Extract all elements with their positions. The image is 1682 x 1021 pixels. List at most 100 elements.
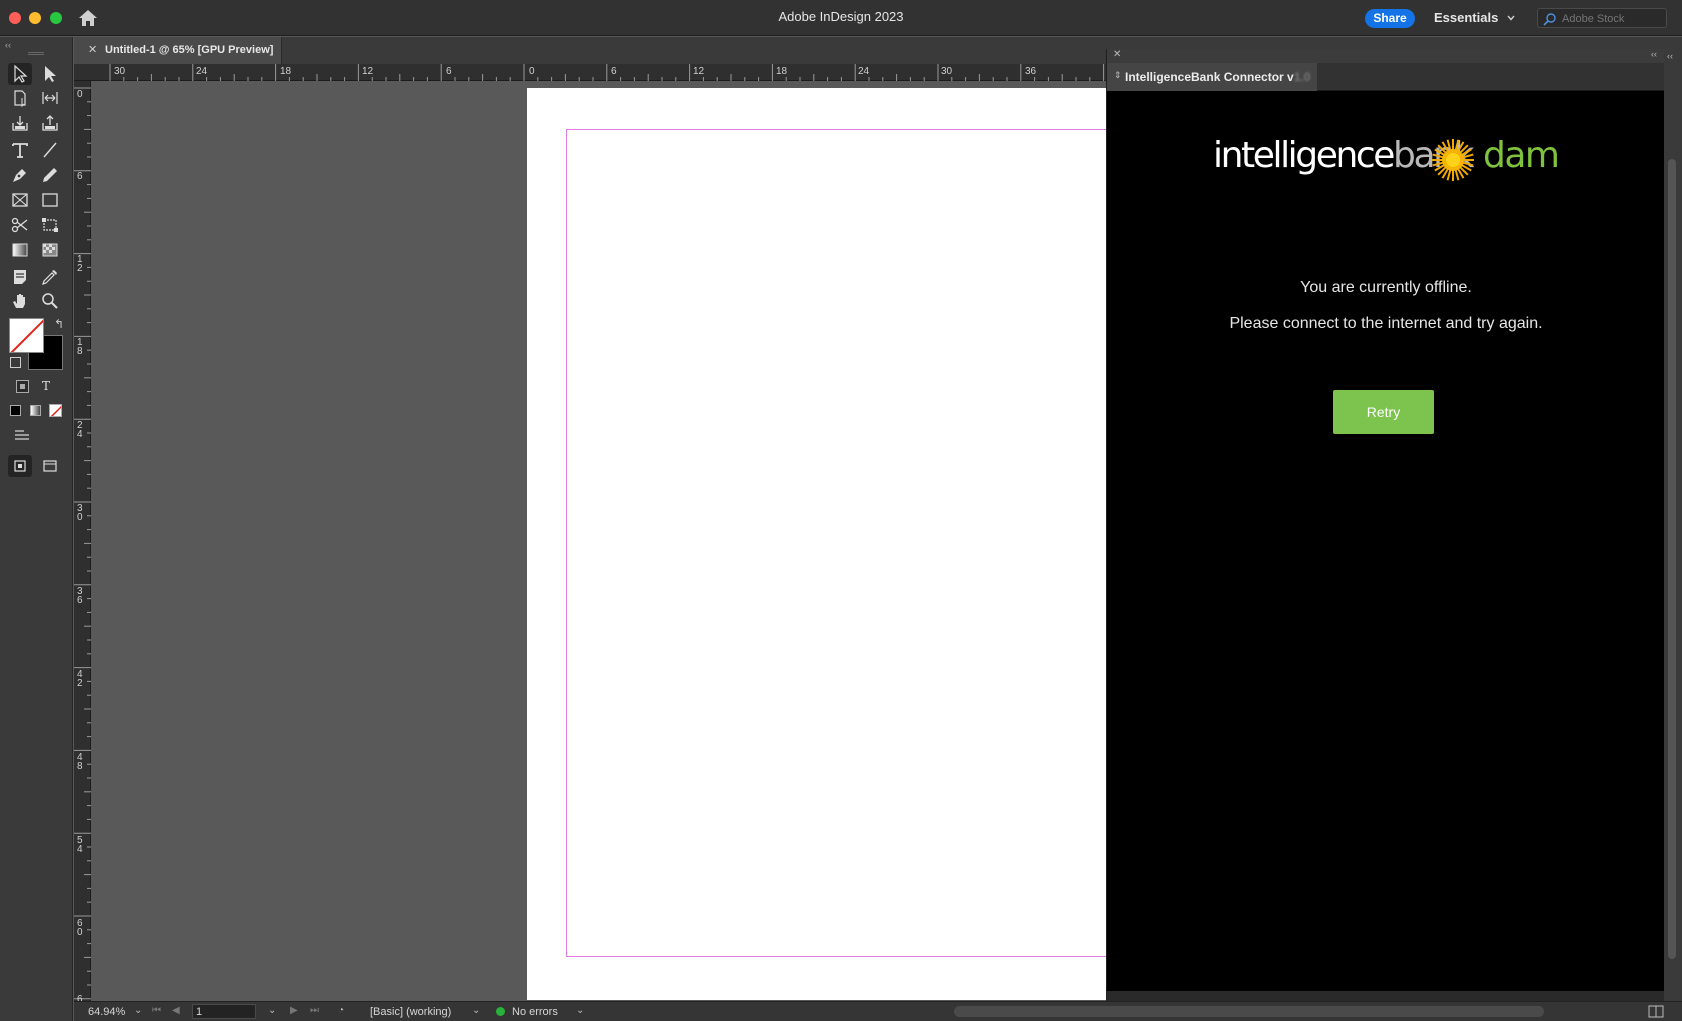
content-placer-icon[interactable] — [38, 112, 62, 134]
share-button[interactable]: Share — [1365, 9, 1415, 28]
edit-toolbar-icon[interactable] — [14, 429, 30, 441]
intelligencebank-panel: ✕ ‹‹ ⇕ IntelligenceBank Connector v1.0 i… — [1106, 49, 1665, 1001]
previous-page-button[interactable]: ◀ — [172, 1005, 180, 1016]
apply-gradient-icon[interactable] — [30, 405, 41, 416]
ruler-label: 18 — [280, 66, 292, 77]
line-tool-icon[interactable] — [38, 139, 62, 161]
window-minimize-button[interactable] — [29, 12, 41, 24]
page-number-field[interactable] — [192, 1004, 256, 1019]
note-tool-icon[interactable] — [8, 266, 32, 288]
preflight-errors[interactable]: No errors — [512, 1006, 558, 1018]
window-close-button[interactable] — [9, 12, 21, 24]
ruler-label: 6 — [611, 66, 617, 77]
logo-text-dam: dam — [1483, 135, 1560, 176]
close-tab-icon[interactable]: ✕ — [88, 43, 97, 56]
offline-message: You are currently offline. — [1300, 279, 1472, 296]
expand-panels-icon[interactable]: ‹‹ — [1667, 51, 1673, 61]
errors-dropdown-icon[interactable]: ⌄ — [576, 1005, 584, 1016]
workspace-switcher[interactable]: Essentials — [1434, 10, 1498, 25]
content-collector-icon[interactable] — [8, 112, 32, 134]
pencil-tool-icon[interactable] — [38, 164, 62, 186]
apply-none-icon[interactable] — [49, 404, 62, 417]
document-tab[interactable]: ✕ Untitled-1 @ 65% [GPU Preview] — [74, 37, 282, 64]
collapse-panel-icon[interactable]: ‹‹ — [5, 40, 11, 50]
panel-tab[interactable]: ⇕ IntelligenceBank Connector v1.0 — [1107, 63, 1317, 91]
horizontal-ruler[interactable]: 30 24 18 12 6 0 6 12 18 24 30 36 — [74, 64, 1106, 81]
profile-dropdown-icon[interactable]: ⌄ — [472, 1005, 480, 1016]
gradient-swatch-tool-icon[interactable] — [8, 239, 32, 261]
preflight-spinner-icon: ◔ — [338, 1005, 345, 1016]
formatting-affects-text-icon[interactable]: T — [42, 379, 50, 393]
ruler-label: 12 — [693, 66, 705, 77]
scissors-tool-icon[interactable] — [8, 214, 32, 236]
default-fill-stroke-icon[interactable] — [10, 357, 21, 368]
ruler-label: 48 — [77, 752, 83, 772]
swap-fill-stroke-icon[interactable]: ↰ — [54, 317, 64, 331]
pen-tool-icon[interactable] — [8, 164, 32, 186]
next-page-button[interactable]: ▶ — [290, 1005, 298, 1016]
ruler-label: 0 — [77, 89, 83, 100]
eyedropper-tool-icon[interactable] — [38, 266, 62, 288]
ruler-label: 30 — [114, 66, 126, 77]
gradient-feather-tool-icon[interactable] — [38, 239, 62, 261]
last-page-button[interactable]: ⏭ — [310, 1005, 319, 1016]
adobe-stock-search[interactable] — [1537, 8, 1667, 28]
zoom-level[interactable]: 64.94% — [88, 1006, 125, 1018]
status-bar: 64.94% ⌄ ⏮ ◀ ⌄ ▶ ⏭ ◔ [Basic] (working) ⌄… — [74, 1001, 1682, 1021]
ruler-label: 54 — [77, 835, 83, 855]
panel-tab-label: IntelligenceBank Connector v — [1125, 70, 1294, 84]
hand-tool-icon[interactable] — [8, 290, 32, 312]
home-icon[interactable] — [78, 9, 98, 27]
chevron-down-icon[interactable] — [1506, 13, 1516, 23]
apply-color-icon[interactable] — [10, 405, 21, 416]
split-window-icon[interactable] — [1648, 1005, 1664, 1018]
zoom-dropdown-icon[interactable]: ⌄ — [134, 1005, 142, 1016]
title-bar: Adobe InDesign 2023 Share Essentials — [0, 0, 1682, 36]
panel-tab-version: 1.0 — [1293, 70, 1311, 84]
page-dropdown-icon[interactable]: ⌄ — [268, 1005, 276, 1016]
formatting-affects-container-icon[interactable] — [16, 380, 29, 393]
close-panel-icon[interactable]: ✕ — [1113, 49, 1121, 60]
margin-guide — [566, 129, 1107, 957]
type-tool-icon[interactable] — [8, 139, 32, 161]
rectangle-tool-icon[interactable] — [38, 189, 62, 211]
fill-swatch[interactable] — [9, 318, 44, 353]
window-maximize-button[interactable] — [50, 12, 62, 24]
zoom-tool-icon[interactable] — [38, 290, 62, 312]
ruler-label: 0 — [529, 66, 535, 77]
ruler-label: 12 — [362, 66, 374, 77]
app-title: Adobe InDesign 2023 — [778, 9, 904, 24]
adobe-stock-input[interactable] — [1562, 10, 1662, 27]
document-tab-label: Untitled-1 @ 65% [GPU Preview] — [105, 44, 274, 56]
panel-grip[interactable] — [28, 52, 44, 55]
direct-selection-tool-icon[interactable] — [38, 63, 62, 85]
first-page-button[interactable]: ⏮ — [152, 1005, 161, 1016]
retry-button[interactable]: Retry — [1333, 390, 1434, 434]
page-tool-icon[interactable] — [8, 87, 32, 109]
horizontal-scrollbar[interactable] — [954, 1006, 1544, 1017]
ruler-label: 24 — [77, 420, 83, 440]
ruler-label: 24 — [858, 66, 870, 77]
collapse-panel-icon[interactable]: ‹‹ — [1651, 49, 1657, 59]
panel-scrollbar[interactable]: ‹‹ — [1664, 49, 1682, 1001]
selection-tool-icon[interactable] — [8, 63, 32, 85]
ruler-label: 18 — [77, 337, 83, 357]
sun-logo-icon — [1432, 139, 1474, 181]
vertical-ruler-ticks — [74, 87, 91, 1000]
panel-options-icon[interactable]: ⇕ — [1114, 70, 1122, 81]
preflight-profile[interactable]: [Basic] (working) — [370, 1006, 451, 1018]
vertical-ruler[interactable]: 0 6 12 18 24 30 36 42 48 54 60 66 — [74, 81, 91, 1001]
scrollbar-thumb[interactable] — [1668, 159, 1676, 959]
ruler-label: 24 — [196, 66, 208, 77]
connect-instruction: Please connect to the internet and try a… — [1229, 315, 1543, 332]
gap-tool-icon[interactable] — [38, 87, 62, 109]
ruler-label: 6 — [446, 66, 452, 77]
search-icon — [1543, 13, 1556, 26]
normal-screen-mode-icon[interactable] — [8, 455, 32, 477]
rectangle-frame-tool-icon[interactable] — [8, 189, 32, 211]
ruler-label: 36 — [1025, 66, 1037, 77]
panel-header: ⇕ IntelligenceBank Connector v1.0 — [1107, 63, 1665, 91]
screen-mode-icon[interactable] — [38, 455, 62, 477]
free-transform-tool-icon[interactable] — [38, 214, 62, 236]
intelligencebank-dam-logo: intelligencebank dam — [1213, 135, 1563, 185]
